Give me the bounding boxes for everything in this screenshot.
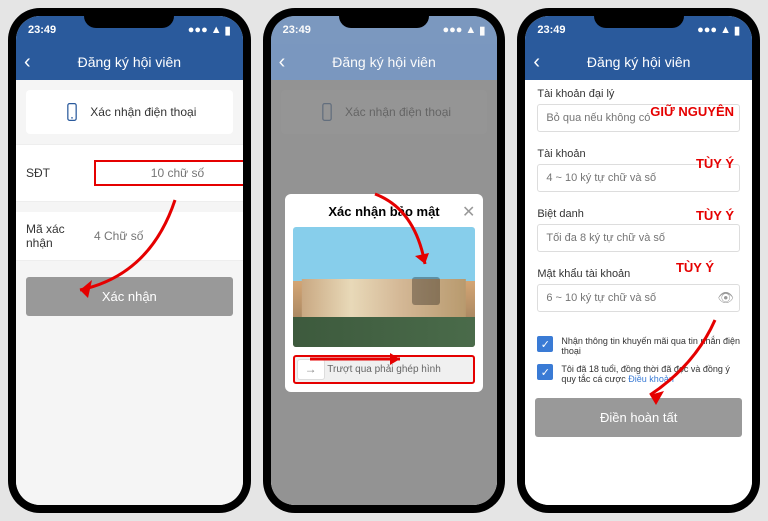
header: ‹ Đăng ký hội viên bbox=[16, 44, 243, 80]
code-row: Mã xác nhận bbox=[16, 212, 243, 261]
nickname-label: Biệt danh bbox=[537, 208, 740, 220]
slider-handle[interactable]: → bbox=[297, 359, 325, 380]
nickname-input[interactable] bbox=[537, 224, 740, 252]
age-checkbox-row: ✓ Tôi đã 18 tuổi, đồng thời đã đọc và đồ… bbox=[525, 360, 752, 388]
phone-mockup-2: 23:49 ●●● ▲ ▮ ‹ Đăng ký hội viên Xác nhậ… bbox=[263, 8, 506, 513]
wifi-icon: ▲ bbox=[211, 24, 222, 36]
captcha-image bbox=[293, 227, 476, 347]
code-label: Mã xác nhận bbox=[26, 222, 86, 250]
signal-icon: ●●● bbox=[697, 24, 717, 36]
promo-checkbox-row: ✓ Nhận thông tin khuyến mãi qua tin nhắn… bbox=[525, 332, 752, 360]
eye-icon[interactable]: 👁 bbox=[718, 290, 735, 306]
submit-button[interactable]: Điền hoàn tất bbox=[535, 398, 742, 437]
content-1: Xác nhận điện thoại SĐT Gửi mã Mã xác nh… bbox=[16, 80, 243, 505]
content-3: Tài khoản đại lý GIỮ NGUYÊN Tài khoản TÙ… bbox=[525, 80, 752, 505]
account-field-group: Tài khoản TÙY Ý bbox=[525, 140, 752, 200]
age-text: Tôi đã 18 tuổi, đồng thời đã đọc và đồng… bbox=[561, 364, 740, 384]
captcha-puzzle-target bbox=[412, 277, 440, 305]
header-title: Đăng ký hội viên bbox=[78, 54, 182, 70]
confirm-button[interactable]: Xác nhận bbox=[26, 277, 233, 316]
account-input[interactable] bbox=[537, 164, 740, 192]
phone-mockup-1: 23:49 ●●● ▲ ▮ ‹ Đăng ký hội viên Xác nhậ… bbox=[8, 8, 251, 513]
account-label: Tài khoản bbox=[537, 148, 740, 160]
sdt-input[interactable] bbox=[94, 160, 243, 186]
slider-text: Trượt qua phải ghép hình bbox=[327, 364, 441, 375]
password-input[interactable] bbox=[537, 284, 740, 312]
wifi-icon: ▲ bbox=[720, 24, 731, 36]
captcha-modal: ✕ Xác nhận bảo mật → Trượt qua phải ghép… bbox=[285, 194, 484, 392]
signal-icon: ●●● bbox=[188, 24, 208, 36]
sdt-row: SĐT Gửi mã bbox=[16, 144, 243, 202]
screen-3: 23:49 ●●● ▲ ▮ ‹ Đăng ký hội viên Tài kho… bbox=[525, 16, 752, 505]
wifi-icon: ▲ bbox=[465, 24, 476, 36]
signal-icon: ●●● bbox=[442, 24, 462, 36]
screen-1: 23:49 ●●● ▲ ▮ ‹ Đăng ký hội viên Xác nhậ… bbox=[16, 16, 243, 505]
modal-title: Xác nhận bảo mật bbox=[293, 204, 476, 219]
phone-mockup-3: 23:49 ●●● ▲ ▮ ‹ Đăng ký hội viên Tài kho… bbox=[517, 8, 760, 513]
agent-label: Tài khoản đại lý bbox=[537, 88, 740, 100]
terms-link[interactable]: Điều khoản bbox=[628, 374, 674, 384]
status-time: 23:49 bbox=[28, 24, 56, 36]
notch bbox=[84, 8, 174, 28]
status-time: 23:49 bbox=[537, 24, 565, 36]
notch bbox=[339, 8, 429, 28]
status-time: 23:49 bbox=[283, 24, 311, 36]
status-icons: ●●● ▲ ▮ bbox=[442, 24, 485, 37]
phone-icon bbox=[62, 102, 82, 122]
back-button[interactable]: ‹ bbox=[24, 51, 31, 74]
back-button[interactable]: ‹ bbox=[533, 51, 540, 74]
verify-section: Xác nhận điện thoại bbox=[26, 90, 233, 134]
promo-checkbox[interactable]: ✓ bbox=[537, 336, 553, 352]
status-icons: ●●● ▲ ▮ bbox=[697, 24, 740, 37]
battery-icon: ▮ bbox=[479, 24, 485, 37]
agent-input[interactable] bbox=[537, 104, 740, 132]
code-input[interactable] bbox=[94, 229, 243, 243]
notch bbox=[594, 8, 684, 28]
sdt-label: SĐT bbox=[26, 166, 86, 180]
header-title: Đăng ký hội viên bbox=[587, 54, 691, 70]
battery-icon: ▮ bbox=[734, 24, 740, 37]
battery-icon: ▮ bbox=[225, 24, 231, 37]
nickname-field-group: Biệt danh TÙY Ý bbox=[525, 200, 752, 260]
header-title: Đăng ký hội viên bbox=[332, 54, 436, 70]
verify-label: Xác nhận điện thoại bbox=[90, 105, 196, 119]
status-icons: ●●● ▲ ▮ bbox=[188, 24, 231, 37]
agent-field-group: Tài khoản đại lý GIỮ NGUYÊN bbox=[525, 80, 752, 140]
close-icon[interactable]: ✕ bbox=[462, 202, 475, 222]
header: ‹ Đăng ký hội viên bbox=[525, 44, 752, 80]
password-label: Mật khẩu tài khoản bbox=[537, 268, 740, 280]
age-checkbox[interactable]: ✓ bbox=[537, 364, 553, 380]
modal-overlay[interactable]: ✕ Xác nhận bảo mật → Trượt qua phải ghép… bbox=[271, 80, 498, 505]
back-button[interactable]: ‹ bbox=[279, 51, 286, 74]
promo-text: Nhận thông tin khuyến mãi qua tin nhắn đ… bbox=[561, 336, 740, 356]
password-field-group: Mật khẩu tài khoản 👁 TÙY Ý bbox=[525, 260, 752, 320]
content-2: Xác nhận điện thoại ✕ Xác nhận bảo mật →… bbox=[271, 80, 498, 505]
header: ‹ Đăng ký hội viên bbox=[271, 44, 498, 80]
captcha-slider[interactable]: → Trượt qua phải ghép hình bbox=[293, 355, 476, 384]
screen-2: 23:49 ●●● ▲ ▮ ‹ Đăng ký hội viên Xác nhậ… bbox=[271, 16, 498, 505]
